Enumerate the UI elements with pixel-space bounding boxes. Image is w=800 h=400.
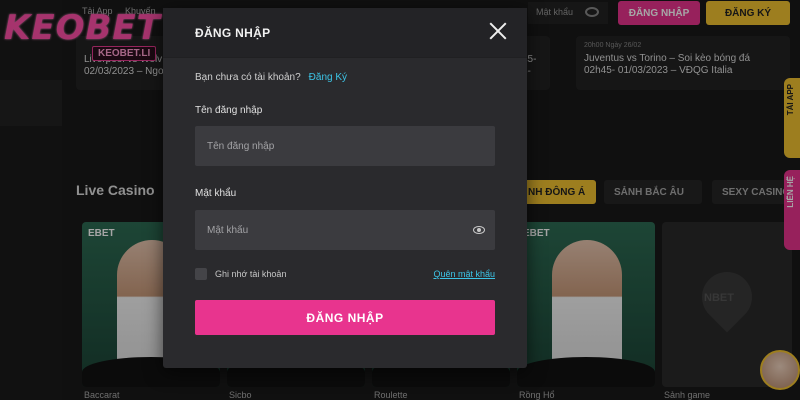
login-modal: ĐĂNG NHẬP Bạn chưa có tài khoản? Đăng Ký … [163,8,527,368]
remember-label: Ghi nhớ tài khoản [215,269,287,279]
username-label: Tên đăng nhập [195,105,263,116]
eye-icon[interactable] [473,226,485,234]
no-account-prompt: Bạn chưa có tài khoản? Đăng Ký [195,72,347,83]
register-link[interactable]: Đăng Ký [309,72,347,83]
modal-header: ĐĂNG NHẬP [163,8,527,58]
modal-title: ĐĂNG NHẬP [195,26,271,40]
no-account-text: Bạn chưa có tài khoản? [195,72,301,83]
checkbox-box[interactable] [195,268,207,280]
login-submit-button[interactable]: ĐĂNG NHẬP [195,300,495,335]
password-label: Mật khẩu [195,188,237,199]
close-icon[interactable] [487,20,509,42]
remember-account-checkbox[interactable]: Ghi nhớ tài khoản [195,268,286,280]
password-input[interactable] [195,210,495,250]
password-field[interactable] [195,210,495,250]
forgot-password-link[interactable]: Quên mật khẩu [433,269,495,279]
page: Tải App Khuyến Liverpool vs Wolv 02/03/2… [0,0,800,400]
username-input[interactable] [195,126,495,166]
username-field[interactable] [195,126,495,166]
